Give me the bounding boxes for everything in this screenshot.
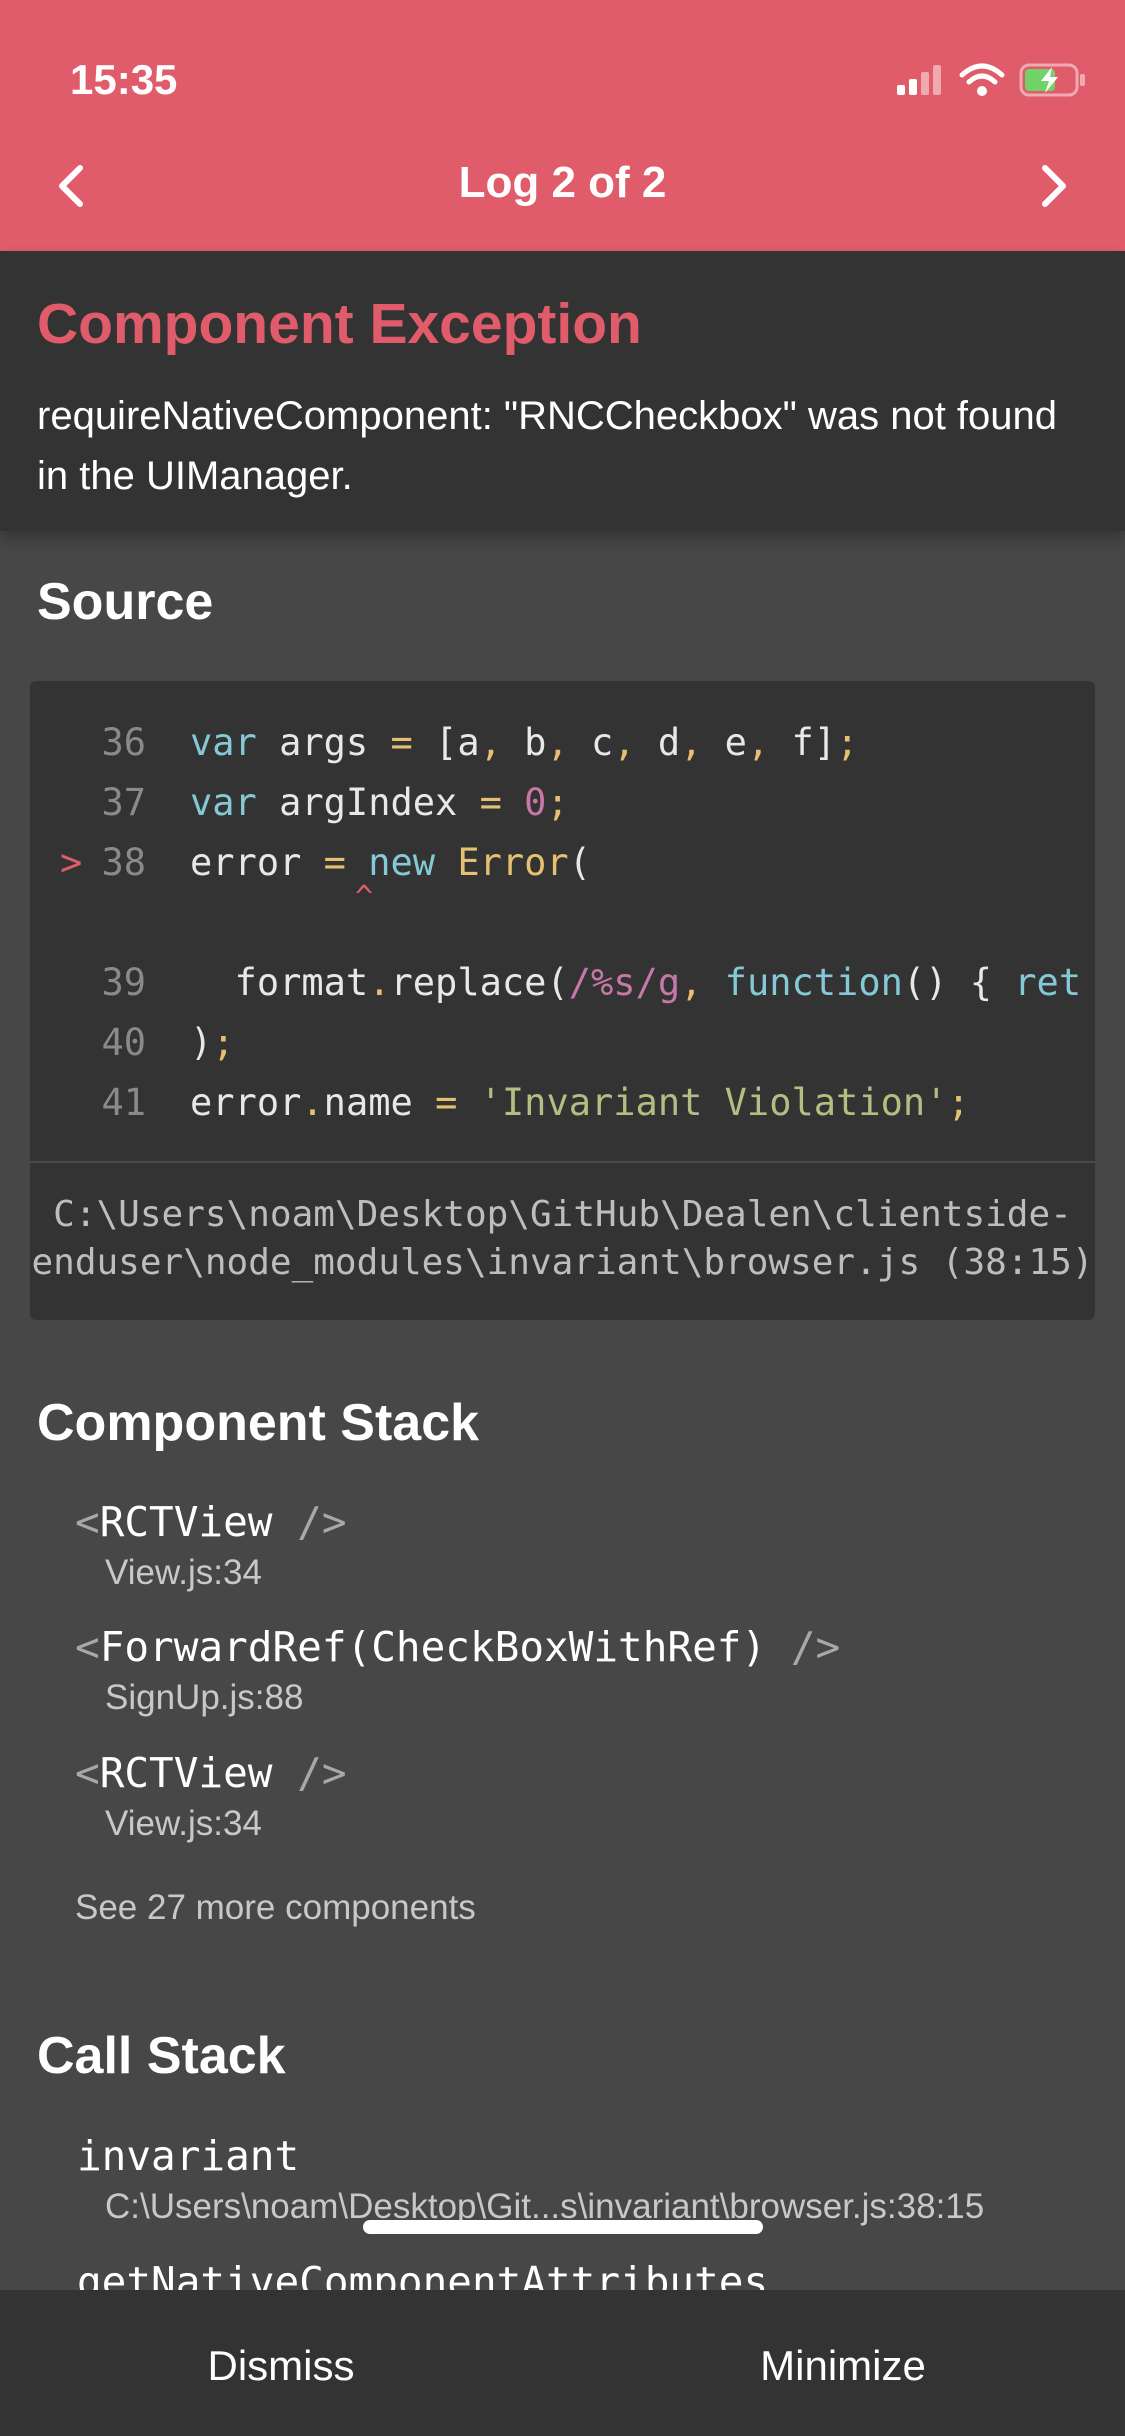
frame-function-name: invariant [77,2132,300,2180]
exception-message: requireNativeComponent: "RNCCheckbox" wa… [37,394,1058,498]
line-number: 38 [101,841,146,884]
minimize-button[interactable]: Minimize [562,2342,1124,2390]
component-stack-heading: Component Stack [37,1394,480,1452]
code-content: ); [190,1021,235,1064]
call-stack-heading: Call Stack [37,2027,286,2085]
cellular-signal-icon [897,65,941,95]
battery-charging-icon [1019,63,1085,97]
line-number: 37 [101,781,146,824]
source-code-frame[interactable]: 36 var args = [a, b, c, d, e, f]; 37 var a… [30,681,1095,1320]
bottom-action-bar: Dismiss Minimize [0,2290,1125,2436]
log-title: Log 2 of 2 [458,158,667,207]
source-heading: Source [37,573,214,631]
code-content: var args = [a, b, c, d, e, f]; [190,721,859,764]
dismiss-button[interactable]: Dismiss [0,2342,562,2390]
component-file: View.js:34 [105,1553,262,1592]
source-file-path: C:\Users\noam\Desktop\GitHub\Dealen\clie… [31,1194,1094,1283]
component-name: ForwardRef(CheckBoxWithRef) [99,1623,767,1671]
home-indicator[interactable] [363,2220,763,2234]
line-number: 39 [101,961,146,1004]
code-content: error = new Error( [190,841,591,884]
code-content: format.replace(/%s/g, function() { ret [190,961,1082,1004]
status-time: 15:35 [70,56,178,103]
call-stack-frame[interactable]: invariant C:\Users\noam\Desktop\Git...s\… [77,2131,984,2227]
component-stack-item[interactable]: <RCTView /> View.js:34 [75,1748,347,1844]
chevron-right-icon [1042,165,1066,207]
header-bar: 15:35 Log 2 of 2 [0,0,1125,251]
component-stack-item[interactable]: <ForwardRef(CheckBoxWithRef) /> SignUp.j… [75,1622,840,1718]
component-stack-item[interactable]: <RCTView /> View.js:34 [75,1497,347,1593]
code-divider [30,1161,1095,1163]
next-log-button[interactable] [1019,158,1089,214]
line-number: 36 [101,721,146,764]
code-content: error.name = 'Invariant Violation'; [190,1081,970,1124]
component-name: RCTView [99,1498,273,1546]
line-number: 41 [101,1081,146,1124]
component-file: View.js:34 [105,1804,262,1843]
line-number: 40 [101,1021,146,1064]
see-more-components-link[interactable]: See 27 more components [75,1888,476,1928]
exception-panel: Component Exception requireNativeCompone… [0,251,1125,531]
exception-title: Component Exception [37,292,642,356]
component-file: SignUp.js:88 [105,1678,304,1717]
component-name: RCTView [99,1749,273,1797]
status-icons [895,58,1087,102]
error-caret-marker: ^ [355,880,374,915]
wifi-icon [959,63,1005,96]
code-content: var argIndex = 0; [190,781,569,824]
